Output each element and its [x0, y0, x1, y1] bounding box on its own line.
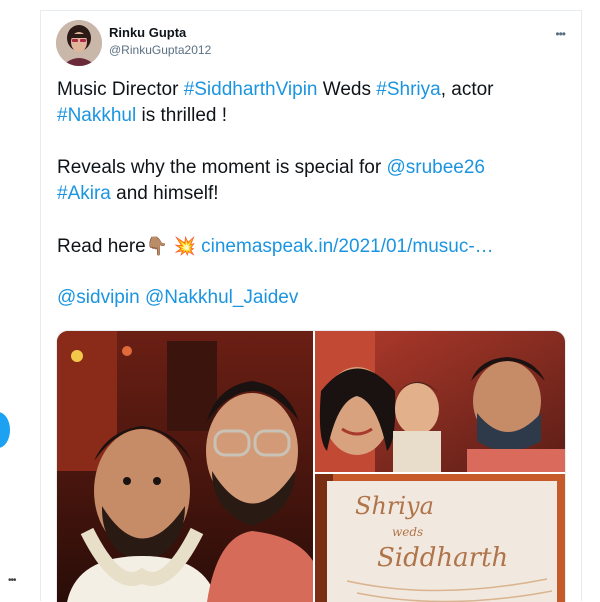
hashtag-akira[interactable]: #Akira [57, 183, 111, 204]
media-photos[interactable]: Shriya weds Siddharth [57, 331, 565, 602]
photo-right-top [315, 331, 565, 472]
hashtag-siddharthvipin[interactable]: #SiddharthVipin [184, 79, 318, 100]
tweet-text: Music Director #SiddharthVipin Weds #Shr… [57, 77, 567, 311]
author-handle[interactable]: @RinkuGupta2012 [109, 43, 211, 57]
author-name[interactable]: Rinku Gupta [109, 25, 186, 40]
text-line: Reveals why the moment is special for @s… [57, 155, 567, 181]
text-line: @sidvipin @Nakkhul_Jaidev [57, 285, 567, 311]
text-line: #Nakkhul is thrilled ! [57, 103, 567, 129]
tweet-card[interactable]: Rinku Gupta @RinkuGupta2012 ••• Music Di… [40, 10, 582, 602]
sidebar-more-icon[interactable]: ••• [8, 575, 16, 586]
mention-nakkhul-jaidev[interactable]: @Nakkhul_Jaidev [145, 287, 298, 308]
text-fragment: Music Director [57, 79, 184, 100]
text-fragment: Weds [317, 79, 377, 100]
invite-text-1: Shriya [355, 492, 434, 520]
collision-icon: 💥 [173, 236, 196, 256]
invite-text-3: Siddharth [377, 543, 508, 573]
text-fragment: and himself! [110, 183, 219, 204]
text-line: Music Director #SiddharthVipin Weds #Shr… [57, 77, 567, 103]
photo-right-bottom: Shriya weds Siddharth [315, 474, 565, 602]
hashtag-shriya[interactable]: #Shriya [376, 79, 440, 100]
text-line: #Akira and himself! [57, 181, 567, 207]
article-link[interactable]: cinemaspeak.in/2021/01/musuc-… [201, 236, 494, 257]
hashtag-nakkhul[interactable]: #Nakkhul [57, 105, 136, 126]
text-fragment: Reveals why the moment is special for [57, 157, 387, 178]
text-fragment: , actor [440, 79, 494, 100]
invite-text-2: weds [392, 525, 423, 539]
text-line: Read here👇🏽 💥 cinemaspeak.in/2021/01/mus… [57, 233, 567, 259]
mention-srubee26[interactable]: @srubee26 [386, 157, 485, 178]
text-fragment: is thrilled ! [136, 105, 228, 126]
media-grid[interactable]: Shriya weds Siddharth [56, 330, 566, 602]
avatar[interactable] [56, 20, 102, 66]
pointing-down-icon: 👇🏽 [145, 236, 169, 256]
more-options-icon[interactable]: ••• [555, 27, 566, 41]
mention-sidvipin[interactable]: @sidvipin [57, 287, 140, 308]
side-blue-button[interactable] [0, 412, 10, 448]
text-fragment: Read here [57, 236, 146, 257]
photo-left [57, 331, 313, 602]
